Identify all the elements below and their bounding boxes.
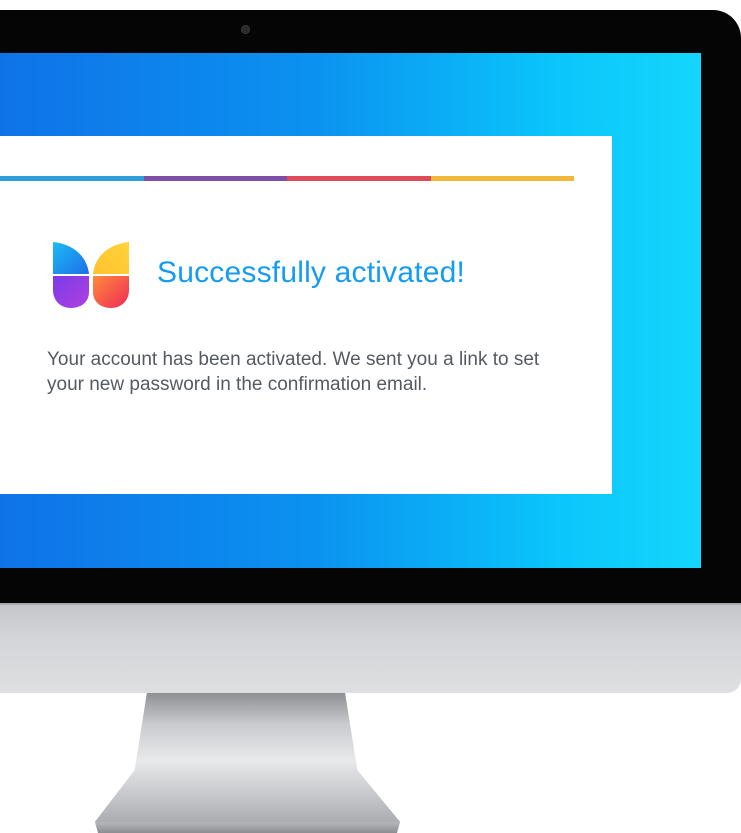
monitor-chin-edge — [0, 603, 741, 605]
dialog-message: Your account has been activated. We sent… — [47, 349, 540, 395]
dialog-title: Successfully activated! — [157, 256, 466, 289]
monitor-mockup: Successfully activated! Your account has… — [0, 0, 741, 833]
stripe-red — [287, 176, 431, 181]
stripe-blue — [0, 176, 144, 181]
color-stripe — [0, 176, 574, 181]
webcam-icon — [241, 25, 250, 34]
butterfly-logo-icon — [53, 242, 129, 308]
monitor-stand-foot — [95, 822, 400, 833]
stripe-purple — [143, 176, 287, 181]
activation-card: Successfully activated! Your account has… — [0, 136, 612, 494]
monitor-stand — [95, 693, 400, 833]
monitor-chin — [0, 603, 741, 693]
monitor-screen: Successfully activated! Your account has… — [0, 53, 701, 568]
stripe-yellow — [430, 176, 574, 181]
